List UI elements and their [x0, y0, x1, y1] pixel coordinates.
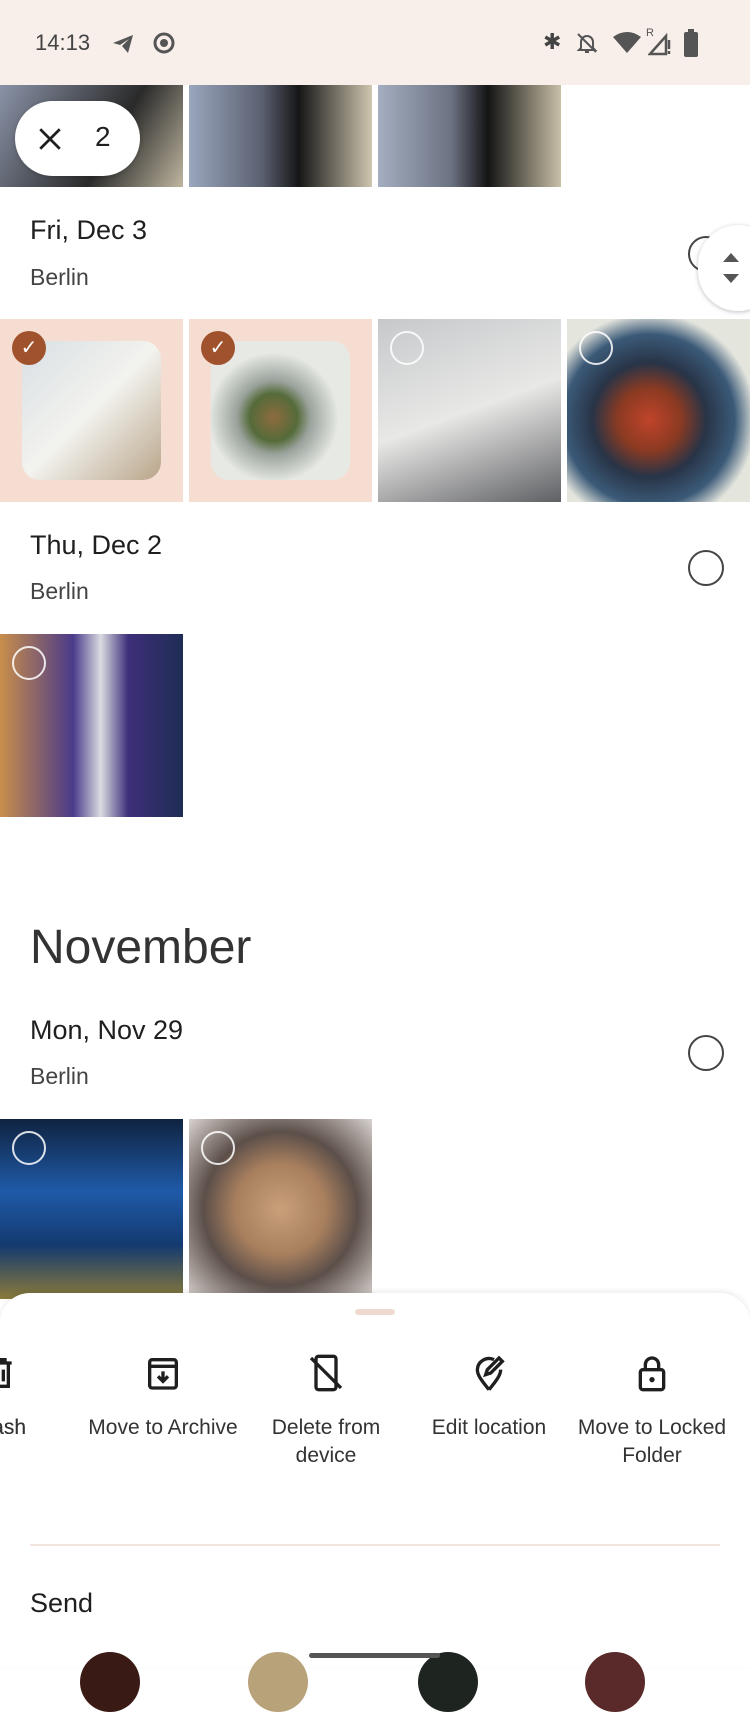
archive-icon: [148, 1358, 178, 1390]
status-time: 14:13: [35, 30, 91, 55]
date-header: Mon, Nov 29: [30, 1015, 184, 1045]
photo-thumbnail[interactable]: [0, 1119, 183, 1299]
date-header: Thu, Dec 2: [30, 530, 163, 560]
close-icon[interactable]: [37, 126, 63, 152]
status-bar: 14:13 ✱ R: [0, 0, 750, 85]
scroll-arrows-icon: [723, 253, 739, 283]
delete-from-device-icon: [309, 1354, 343, 1392]
battery-icon: [684, 29, 698, 57]
photo-thumbnail[interactable]: [378, 319, 561, 502]
photo-thumbnail[interactable]: [189, 1119, 372, 1299]
photo-thumbnail-selected[interactable]: ✓: [0, 319, 183, 502]
checked-icon: ✓: [201, 331, 235, 365]
photo-thumbnail[interactable]: [189, 85, 372, 187]
select-circle-icon[interactable]: [12, 646, 46, 680]
contact-avatar[interactable]: [585, 1652, 645, 1712]
photo-thumbnail[interactable]: [0, 634, 183, 817]
signal-roaming-icon: [648, 32, 671, 56]
selection-pill: 2: [15, 101, 140, 176]
photo-thumbnail-selected[interactable]: ✓: [189, 319, 372, 502]
action-bottom-sheet: Trash ash Move to Archive Delete from de…: [0, 1293, 750, 1667]
contact-avatar[interactable]: [80, 1652, 140, 1712]
divider: [30, 1544, 720, 1546]
bell-off-icon: [576, 33, 598, 53]
photo-thumbnail[interactable]: [378, 85, 561, 187]
trash-label: Trash ash: [0, 1414, 80, 1442]
select-circle-icon[interactable]: [579, 331, 613, 365]
wifi-icon: [613, 32, 641, 53]
lock-icon: [638, 1356, 666, 1392]
bluetooth-icon: ✱: [543, 29, 562, 54]
move-to-archive-button[interactable]: Move to Archive: [83, 1353, 243, 1442]
contact-avatar[interactable]: [418, 1652, 478, 1712]
trash-button[interactable]: Trash ash: [0, 1353, 80, 1442]
select-day-checkbox[interactable]: [688, 550, 724, 586]
trash-label-visible: ash: [0, 1416, 26, 1439]
send-title: Send: [30, 1588, 94, 1618]
edit-location-button[interactable]: Edit location: [409, 1353, 569, 1442]
date-header: Fri, Dec 3: [30, 215, 148, 245]
selection-count: 2: [95, 121, 111, 152]
contact-avatar[interactable]: [248, 1652, 308, 1712]
select-day-checkbox[interactable]: [688, 1035, 724, 1071]
select-circle-icon[interactable]: [390, 331, 424, 365]
telegram-icon: [113, 35, 133, 53]
edit-location-icon: [475, 1355, 505, 1391]
checked-icon: ✓: [12, 331, 46, 365]
delete-from-device-button[interactable]: Delete from device: [246, 1353, 406, 1470]
month-header: November: [30, 921, 252, 974]
move-to-locked-folder-button[interactable]: Move to Locked Folder: [572, 1353, 732, 1470]
photo-thumbnail[interactable]: [567, 319, 750, 502]
sheet-drag-handle[interactable]: [355, 1309, 395, 1315]
select-circle-icon[interactable]: [201, 1131, 235, 1165]
location-label: Berlin: [30, 578, 89, 604]
gesture-nav-bar[interactable]: [309, 1653, 440, 1658]
trash-icon: [0, 1358, 12, 1388]
location-label: Berlin: [30, 1063, 89, 1089]
select-circle-icon[interactable]: [12, 1131, 46, 1165]
screen-record-icon: [153, 32, 175, 54]
location-label: Berlin: [30, 264, 89, 290]
